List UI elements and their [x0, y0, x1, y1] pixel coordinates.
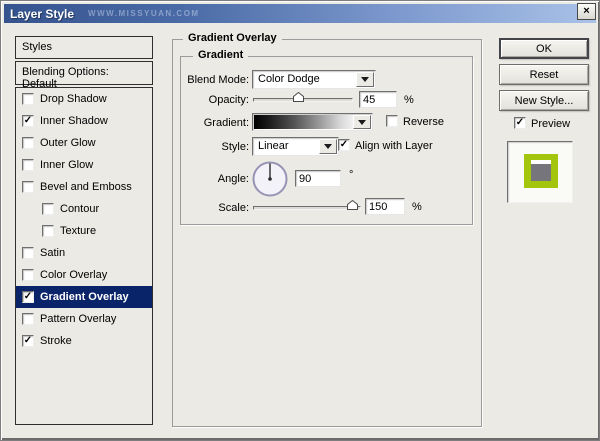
effect-label: Inner Glow [40, 159, 93, 171]
effect-checkbox[interactable]: ✓ [22, 115, 34, 127]
style-value: Linear [258, 140, 289, 152]
ok-button[interactable]: OK [499, 38, 589, 59]
effect-row[interactable]: Satin [16, 242, 152, 264]
preview-stroke-square [524, 154, 558, 188]
scale-slider[interactable] [253, 206, 361, 210]
style-label: Style: [169, 141, 249, 153]
preview-label: Preview [531, 118, 570, 130]
effect-checkbox[interactable] [22, 181, 34, 193]
new-style-button[interactable]: New Style... [499, 90, 589, 111]
effect-checkbox[interactable] [42, 203, 54, 215]
blend-mode-dropdown-button[interactable] [356, 72, 374, 87]
effect-checkbox[interactable]: ✓ [22, 335, 34, 347]
scale-slider-thumb[interactable] [347, 200, 358, 210]
effect-checkbox[interactable] [42, 225, 54, 237]
effect-row[interactable]: ✓ Inner Shadow [16, 110, 152, 132]
blend-mode-select[interactable]: Color Dodge [252, 70, 376, 89]
opacity-label: Opacity: [169, 94, 249, 106]
effect-row[interactable]: ✓ Stroke [16, 330, 152, 352]
effect-row[interactable]: Bevel and Emboss [16, 176, 152, 198]
reverse-label: Reverse [403, 116, 444, 128]
scale-unit: % [412, 201, 422, 213]
chevron-down-icon [361, 77, 369, 82]
layer-style-dialog: Layer Style WWW.MISSYUAN.COM × Styles Bl… [0, 0, 600, 441]
angle-input[interactable]: 90 [295, 170, 341, 187]
opacity-input[interactable]: 45 [359, 91, 397, 108]
styles-label: Styles [16, 37, 152, 57]
effect-checkbox[interactable] [22, 159, 34, 171]
angle-dial[interactable] [251, 160, 289, 201]
blend-mode-value: Color Dodge [258, 73, 320, 85]
align-with-layer-checkbox[interactable]: ✓ [338, 139, 350, 151]
reverse-checkbox[interactable] [386, 115, 398, 127]
scale-label: Scale: [169, 202, 249, 214]
gradient-swatch[interactable] [252, 113, 373, 131]
effect-row[interactable]: Outer Glow [16, 132, 152, 154]
blend-mode-label: Blend Mode: [169, 74, 249, 86]
effect-label: Bevel and Emboss [40, 181, 132, 193]
effect-label: Color Overlay [40, 269, 107, 281]
effect-label: Outer Glow [40, 137, 96, 149]
preview-gradient-square [531, 160, 551, 181]
effect-row[interactable]: Pattern Overlay [16, 308, 152, 330]
opacity-slider-thumb[interactable] [293, 92, 304, 102]
opacity-unit: % [404, 94, 414, 106]
style-preview-thumbnail [507, 141, 573, 203]
close-icon: × [583, 6, 589, 17]
effects-list: Drop Shadow ✓ Inner Shadow Outer Glow In… [15, 87, 153, 425]
angle-unit: ° [349, 169, 353, 181]
gradient-group-title: Gradient [193, 49, 248, 61]
effect-checkbox[interactable] [22, 269, 34, 281]
close-button[interactable]: × [577, 3, 596, 20]
effect-label: Satin [40, 247, 65, 259]
angle-label: Angle: [169, 173, 249, 185]
effect-label: Gradient Overlay [40, 291, 129, 303]
effect-checkbox[interactable] [22, 313, 34, 325]
effect-checkbox[interactable] [22, 93, 34, 105]
style-select[interactable]: Linear [252, 137, 339, 156]
sidebar-item-styles[interactable]: Styles [15, 36, 153, 59]
effect-checkbox[interactable] [22, 247, 34, 259]
opacity-slider[interactable] [253, 98, 353, 102]
titlebar: Layer Style WWW.MISSYUAN.COM [4, 4, 596, 23]
effect-label: Stroke [40, 335, 72, 347]
gradient-dropdown-button[interactable] [353, 115, 371, 129]
effect-checkbox[interactable]: ✓ [22, 291, 34, 303]
effect-label: Inner Shadow [40, 115, 108, 127]
window-title: Layer Style [10, 7, 74, 21]
effect-row[interactable]: Color Overlay [16, 264, 152, 286]
effect-row[interactable]: Inner Glow [16, 154, 152, 176]
effect-row[interactable]: ✓ Gradient Overlay [16, 286, 152, 308]
gradient-label: Gradient: [169, 117, 249, 129]
effect-label: Pattern Overlay [40, 313, 116, 325]
panel-title: Gradient Overlay [183, 32, 282, 44]
effect-row[interactable]: Drop Shadow [16, 88, 152, 110]
sidebar-item-blending-options[interactable]: Blending Options: Default [15, 61, 153, 85]
reset-button[interactable]: Reset [499, 64, 589, 85]
preview-checkbox[interactable]: ✓ [514, 117, 526, 129]
effect-label: Texture [60, 225, 96, 237]
chevron-down-icon [358, 120, 366, 125]
effect-label: Drop Shadow [40, 93, 107, 105]
align-with-layer-label: Align with Layer [355, 140, 433, 152]
gradient-preview-bar [254, 115, 355, 129]
chevron-down-icon [324, 144, 332, 149]
effect-row[interactable]: Contour [16, 198, 152, 220]
style-dropdown-button[interactable] [319, 139, 337, 154]
watermark-text: WWW.MISSYUAN.COM [88, 9, 200, 18]
effect-label: Contour [60, 203, 99, 215]
effect-checkbox[interactable] [22, 137, 34, 149]
scale-input[interactable]: 150 [365, 198, 405, 215]
effect-row[interactable]: Texture [16, 220, 152, 242]
